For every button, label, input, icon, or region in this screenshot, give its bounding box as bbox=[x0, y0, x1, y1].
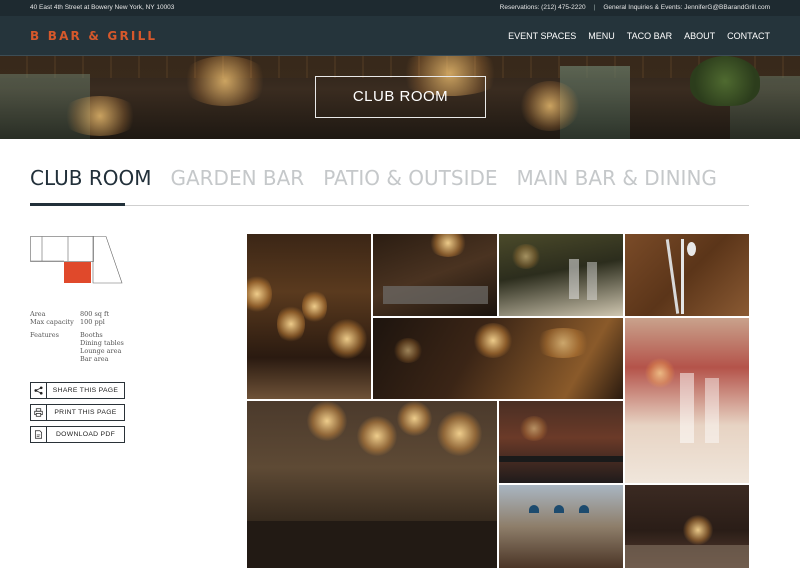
plan-side-room bbox=[92, 236, 123, 284]
reservations-phone[interactable]: Reservations: (212) 475-2220 bbox=[500, 4, 586, 11]
area-row: Area 800 sq ft bbox=[30, 310, 124, 318]
hero-chandelier-3 bbox=[520, 81, 580, 131]
feature-item: Bar area bbox=[80, 355, 109, 363]
site-logo[interactable]: B BAR & GRILL bbox=[30, 29, 157, 43]
hero-title: CLUB ROOM bbox=[315, 76, 486, 118]
top-info-bar: 40 East 4th Street at Bowery New York, N… bbox=[0, 0, 800, 16]
gallery-photo-cutlery[interactable] bbox=[625, 234, 749, 316]
tab-garden-bar[interactable]: GARDEN BAR bbox=[170, 166, 304, 190]
hero-chandelier-1 bbox=[180, 56, 270, 106]
tab-main-bar-dining[interactable]: MAIN BAR & DINING bbox=[517, 166, 717, 190]
print-icon bbox=[31, 405, 47, 420]
feature-item: Lounge area bbox=[80, 347, 122, 355]
page-actions: SHARE THIS PAGE PRINT THIS PAGE DOWNLOAD… bbox=[30, 382, 125, 443]
tab-patio-outside[interactable]: PATIO & OUTSIDE bbox=[323, 166, 497, 190]
tab-club-room[interactable]: CLUB ROOM bbox=[30, 166, 151, 190]
features-list: Booths Dining tables Lounge area Bar are… bbox=[80, 331, 124, 363]
active-tab-indicator bbox=[30, 203, 125, 206]
tabs-divider bbox=[30, 205, 749, 206]
main-navigation: B BAR & GRILL EVENT SPACES MENU TACO BAR… bbox=[0, 16, 800, 56]
share-icon bbox=[31, 383, 47, 398]
share-page-label: SHARE THIS PAGE bbox=[52, 387, 119, 394]
floor-plan-diagram bbox=[30, 236, 123, 284]
room-tabs: CLUB ROOM GARDEN BAR PATIO & OUTSIDE MAI… bbox=[30, 166, 717, 190]
plan-highlight-club-room bbox=[64, 262, 91, 283]
nav-menu: EVENT SPACES MENU TACO BAR ABOUT CONTACT bbox=[508, 31, 770, 41]
download-pdf-label: DOWNLOAD PDF bbox=[55, 431, 116, 438]
gallery-photo-candle-table[interactable] bbox=[625, 485, 749, 568]
download-pdf-button[interactable]: DOWNLOAD PDF bbox=[30, 426, 125, 443]
gallery-photo-dining-room[interactable] bbox=[499, 485, 623, 568]
inquiries-email[interactable]: General Inquiries & Events: JenniferG@BB… bbox=[603, 4, 770, 11]
area-label: Area bbox=[30, 310, 46, 318]
hero-lamp-left bbox=[60, 96, 140, 136]
feature-item: Dining tables bbox=[80, 339, 124, 347]
gallery-photo-glassware[interactable] bbox=[625, 318, 749, 483]
gallery-photo-bar[interactable] bbox=[499, 401, 623, 483]
features-label: Features bbox=[30, 331, 59, 339]
room-details: Area 800 sq ft Max capacity 100 ppl Feat… bbox=[30, 310, 124, 363]
gallery-photo-club-interior[interactable] bbox=[373, 318, 623, 399]
feature-item: Booths bbox=[80, 331, 103, 339]
nav-item-taco-bar[interactable]: TACO BAR bbox=[627, 31, 672, 41]
gallery-photo-lounge[interactable] bbox=[373, 234, 497, 316]
gallery-photo-table-setting[interactable] bbox=[499, 234, 623, 316]
print-page-label: PRINT THIS PAGE bbox=[54, 409, 117, 416]
nav-item-about[interactable]: ABOUT bbox=[684, 31, 715, 41]
capacity-row: Max capacity 100 ppl bbox=[30, 318, 124, 326]
hero-banner-image: CLUB ROOM bbox=[0, 56, 800, 139]
nav-item-contact[interactable]: CONTACT bbox=[727, 31, 770, 41]
share-page-button[interactable]: SHARE THIS PAGE bbox=[30, 382, 125, 399]
capacity-label: Max capacity bbox=[30, 318, 74, 326]
features-row: Features Booths Dining tables Lounge are… bbox=[30, 331, 124, 363]
contact-info: Reservations: (212) 475-2220 | General I… bbox=[500, 4, 770, 11]
plan-upper-rooms bbox=[30, 236, 94, 262]
nav-item-event-spaces[interactable]: EVENT SPACES bbox=[508, 31, 576, 41]
pdf-icon bbox=[31, 427, 47, 442]
capacity-value: 100 ppl bbox=[80, 318, 105, 326]
address-text: 40 East 4th Street at Bowery New York, N… bbox=[30, 4, 175, 11]
area-value: 800 sq ft bbox=[80, 310, 110, 318]
photo-gallery bbox=[247, 234, 749, 568]
nav-item-menu[interactable]: MENU bbox=[588, 31, 615, 41]
hero-plant bbox=[690, 56, 760, 106]
contact-separator: | bbox=[593, 4, 596, 11]
print-page-button[interactable]: PRINT THIS PAGE bbox=[30, 404, 125, 421]
gallery-photo-chandeliers[interactable] bbox=[247, 234, 371, 399]
gallery-photo-globe-lights[interactable] bbox=[247, 401, 497, 568]
